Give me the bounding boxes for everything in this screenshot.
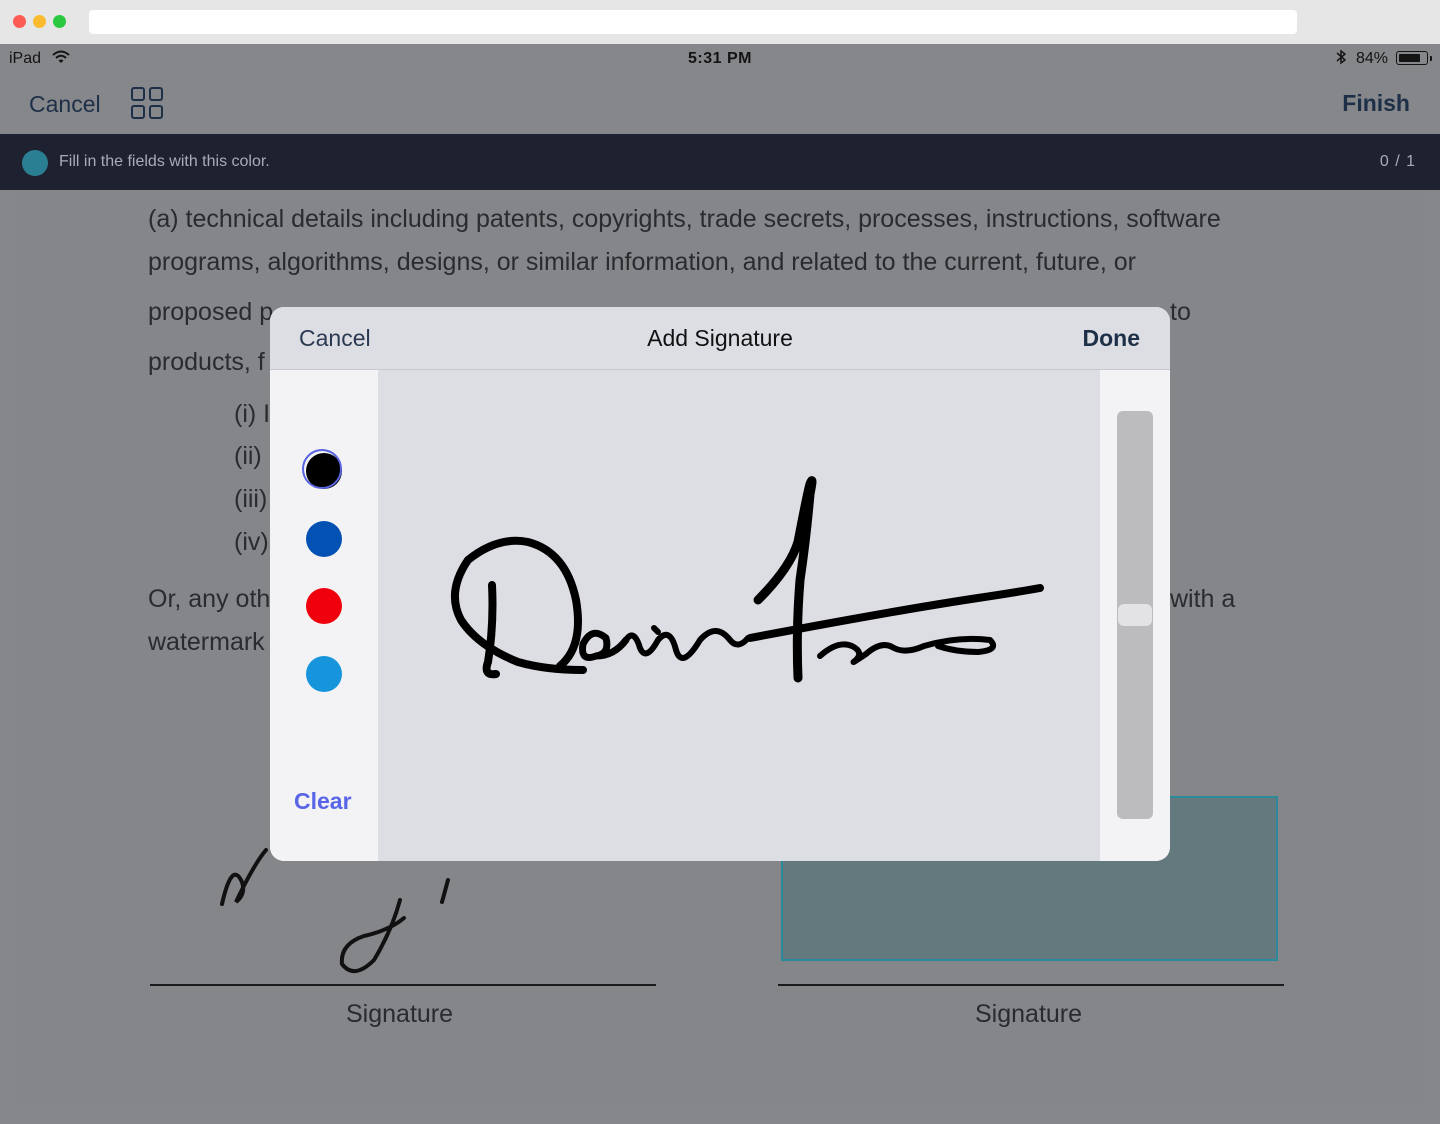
battery-percent: 84% [1356, 50, 1389, 67]
color-swatch-light-blue[interactable] [306, 656, 342, 692]
bluetooth-icon [1336, 49, 1347, 65]
doc-line: with a [1170, 585, 1236, 613]
doc-line: programs, algorithms, designs, or simila… [148, 248, 1136, 276]
battery-level [1398, 53, 1421, 62]
battery-tip [1430, 56, 1432, 61]
address-bar[interactable] [89, 10, 1297, 34]
color-swatch-black[interactable] [302, 449, 342, 489]
doc-line: products, f [148, 348, 265, 376]
add-signature-dialog: Cancel Add Signature Done Clear [270, 307, 1170, 861]
status-bar: iPad 5:31 PM 84% [0, 44, 1440, 74]
doc-line: proposed p [148, 298, 274, 326]
clear-button[interactable]: Clear [294, 788, 352, 815]
field-color-banner: Fill in the fields with this color. 0 / … [0, 134, 1440, 190]
signature-line [150, 984, 656, 986]
signature-label: Signature [346, 1000, 454, 1028]
stroke-width-panel [1100, 370, 1170, 861]
window-minimize-button[interactable] [33, 15, 46, 28]
color-swatch-red[interactable] [306, 588, 342, 624]
color-picker-panel: Clear [270, 370, 378, 861]
stroke-width-slider[interactable] [1117, 411, 1153, 819]
status-time: 5:31 PM [688, 50, 752, 67]
signature-line [778, 984, 1284, 986]
doc-list-item: (ii) [234, 442, 262, 470]
banner-message: Fill in the fields with this color. [59, 153, 270, 170]
signature-label: Signature [975, 1000, 1083, 1028]
field-color-dot [22, 150, 48, 176]
doc-list-item: (iv) [234, 528, 269, 556]
battery-icon [1396, 51, 1428, 65]
window-close-button[interactable] [13, 15, 26, 28]
signature-canvas[interactable] [378, 370, 1100, 861]
field-counter: 0 / 1 [1379, 153, 1416, 170]
dialog-done-button[interactable]: Done [1083, 325, 1141, 352]
dialog-title: Add Signature [647, 325, 793, 351]
doc-list-item: (i) I [234, 400, 271, 428]
grid-icon[interactable] [131, 87, 165, 121]
doc-line: (a) technical details including patents,… [148, 205, 1221, 233]
doc-list-item: (iii) [234, 485, 268, 513]
cancel-button[interactable]: Cancel [29, 91, 101, 118]
slider-thumb[interactable] [1118, 604, 1152, 626]
drawn-signature [450, 476, 1044, 683]
window-zoom-button[interactable] [53, 15, 66, 28]
doc-line: Or, any oth [148, 585, 271, 613]
doc-line: watermark [148, 628, 265, 656]
browser-window-chrome [0, 0, 1440, 44]
top-nav-bar: Cancel Finish [0, 74, 1440, 134]
doc-line: to [1170, 298, 1191, 326]
finish-button[interactable]: Finish [1342, 90, 1410, 117]
dialog-header: Cancel Add Signature Done [270, 307, 1170, 370]
color-swatch-blue[interactable] [306, 521, 342, 557]
